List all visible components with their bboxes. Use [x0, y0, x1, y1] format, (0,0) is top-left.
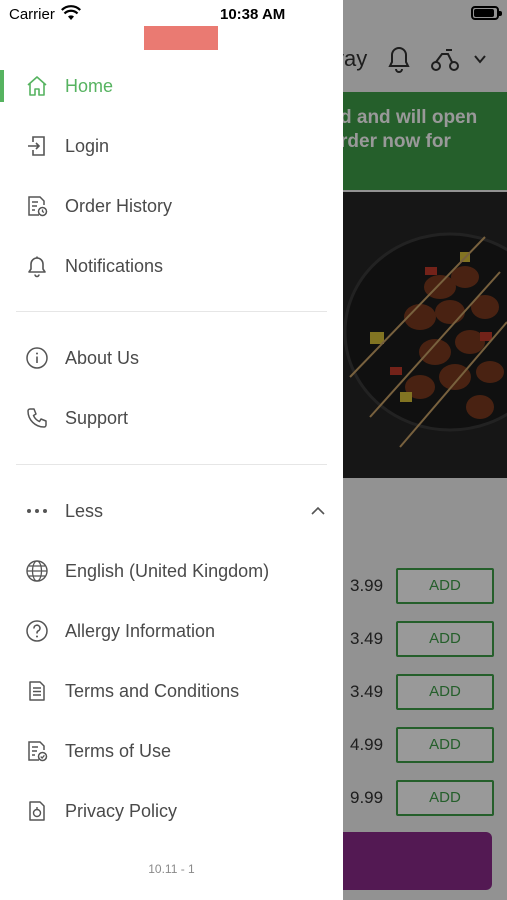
menu-item-label: About Us: [65, 347, 140, 368]
more-horizontal-icon: [24, 498, 50, 524]
menu-item-label: Allergy Information: [65, 620, 216, 641]
menu-item-order-history[interactable]: Order History: [0, 176, 343, 236]
menu-item-label: Privacy Policy: [65, 800, 178, 821]
document-check-icon: [24, 738, 50, 764]
menu-item-language[interactable]: English (United Kingdom): [0, 541, 343, 601]
wifi-icon: [61, 5, 81, 21]
menu-item-privacy-policy[interactable]: Privacy Policy: [0, 781, 343, 841]
menu-item-about-us[interactable]: About Us: [0, 328, 343, 388]
menu-item-allergy-information[interactable]: Allergy Information: [0, 601, 343, 661]
question-icon: [24, 618, 50, 644]
menu-item-label: Support: [65, 407, 129, 428]
status-bar: Carrier 10:38 AM: [0, 0, 507, 30]
divider: [16, 464, 327, 465]
menu-item-terms-and-conditions[interactable]: Terms and Conditions: [0, 661, 343, 721]
menu-item-terms-of-use[interactable]: Terms of Use: [0, 721, 343, 781]
order-history-icon: [24, 193, 50, 219]
navigation-drawer: Home Login Order History Notifications A…: [0, 0, 343, 900]
menu-item-login[interactable]: Login: [0, 116, 343, 176]
info-icon: [24, 345, 50, 371]
menu-item-label: Notifications: [65, 255, 164, 276]
globe-icon: [24, 558, 50, 584]
menu-item-label: Order History: [65, 195, 173, 216]
menu-item-label: Less: [65, 500, 104, 521]
menu-toggle-less[interactable]: Less: [0, 481, 343, 541]
menu-item-label: Home: [65, 75, 114, 96]
menu-item-notifications[interactable]: Notifications: [0, 236, 343, 296]
chevron-up-icon: [309, 505, 327, 517]
phone-icon: [24, 405, 50, 431]
battery-icon: [471, 6, 502, 20]
menu-item-label: Login: [65, 135, 110, 156]
home-icon: [24, 73, 50, 99]
privacy-icon: [24, 798, 50, 824]
document-icon: [24, 678, 50, 704]
menu-item-label: Terms of Use: [65, 740, 172, 761]
menu-item-support[interactable]: Support: [0, 388, 343, 448]
divider: [16, 311, 327, 312]
login-icon: [24, 133, 50, 159]
menu-item-label: English (United Kingdom): [65, 560, 270, 581]
carrier-label: Carrier: [9, 6, 55, 23]
bell-icon: [24, 253, 50, 279]
menu-item-home[interactable]: Home: [0, 56, 343, 116]
menu-item-label: Terms and Conditions: [65, 680, 240, 701]
clock: 10:38 AM: [220, 6, 286, 23]
app-version: 10.11 - 1: [148, 862, 195, 876]
